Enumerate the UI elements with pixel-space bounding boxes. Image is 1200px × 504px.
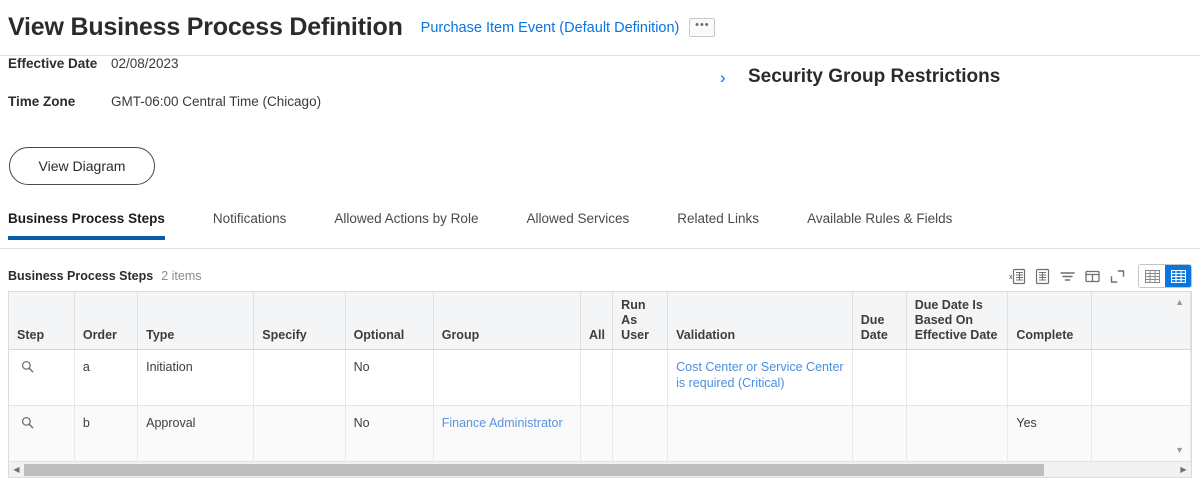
grid-view-icon[interactable] [1139,265,1165,287]
row-step-magnifier[interactable] [9,405,75,463]
scroll-right-arrow[interactable]: ▶ [1176,463,1191,477]
column-header-type[interactable]: Type [137,292,255,351]
tab-allowed-actions-by-role[interactable]: Allowed Actions by Role [334,211,478,239]
security-group-restrictions-title: Security Group Restrictions [748,66,1001,87]
grid-item-count: 2 items [161,269,202,283]
row-optional: No [345,405,434,463]
row-group [433,349,582,407]
row-all [580,405,614,463]
row-type: Initiation [137,349,255,407]
row-step-magnifier[interactable] [9,349,75,407]
expand-icon[interactable] [1107,266,1128,287]
magnifier-icon [21,361,34,373]
effective-date-value: 02/08/2023 [111,56,179,71]
horizontal-scroll-thumb[interactable] [24,463,1044,476]
row-validation [667,405,853,463]
business-process-steps-grid: Business Process Steps 2 items x Step Or… [8,264,1192,463]
row-specify [253,349,346,407]
row-type: Approval [137,405,255,463]
tab-available-rules-and-fields[interactable]: Available Rules & Fields [807,211,952,239]
export-to-excel-icon[interactable]: x [1007,266,1028,287]
row-group: Finance Administrator [433,405,582,463]
page-title: View Business Process Definition [8,13,403,41]
tab-business-process-steps[interactable]: Business Process Steps [8,211,165,240]
scroll-left-arrow[interactable]: ◀ [9,463,24,477]
chevron-right-icon[interactable]: › [720,69,734,86]
tab-bar: Business Process Steps Notifications All… [0,211,1200,249]
magnifier-icon [21,417,34,429]
column-header-spacer: ▲ [1091,292,1191,351]
row-due-date [852,405,907,463]
column-header-complete[interactable]: Complete [1007,292,1093,351]
row-specify [253,405,346,463]
column-header-all[interactable]: All [580,292,614,351]
row-due-date-based-on-effective-date [906,405,1009,463]
scroll-down-arrow[interactable]: ▼ [1175,446,1184,455]
effective-date-label: Effective Date [8,56,98,71]
grid-toolbar: x [1007,264,1192,288]
group-link[interactable]: Finance Administrator [442,416,563,430]
column-header-validation[interactable]: Validation [667,292,853,351]
related-actions-button[interactable]: ••• [689,18,716,37]
table-row[interactable]: a Initiation No Cost Center or Service C… [9,349,1191,407]
row-run-as-user [612,349,669,407]
row-optional: No [345,349,434,407]
column-header-due-date[interactable]: Due Date [852,292,907,351]
row-validation: Cost Center or Service Center is require… [667,349,853,407]
column-header-group[interactable]: Group [433,292,582,351]
horizontal-scroll-track[interactable] [24,463,1176,476]
column-header-step[interactable]: Step [9,292,75,351]
tab-allowed-services[interactable]: Allowed Services [526,211,629,239]
business-process-steps-table: Step Order Type Specify Optional Group A… [9,292,1191,463]
tab-related-links[interactable]: Related Links [677,211,759,239]
svg-text:x: x [1009,274,1013,281]
tab-notifications[interactable]: Notifications [213,211,287,239]
column-header-due-date-is-based-on-effective-date[interactable]: Due Date Is Based On Effective Date [906,292,1009,351]
row-order: a [74,349,139,407]
table-row[interactable]: b Approval No Finance Administrator Yes … [9,405,1191,463]
table-view-icon[interactable] [1165,265,1191,287]
security-group-restrictions-section: › Security Group Restrictions [720,66,1000,88]
column-header-specify[interactable]: Specify [253,292,346,351]
table-viewport: Step Order Type Specify Optional Group A… [8,291,1192,463]
row-spacer [1091,349,1191,407]
validation-link[interactable]: Cost Center or Service Center is require… [676,360,843,390]
column-header-order[interactable]: Order [74,292,139,351]
row-spacer: ▼ [1091,405,1191,463]
view-diagram-button[interactable]: View Diagram [9,147,155,185]
row-due-date-based-on-effective-date [906,349,1009,407]
summary-section: Effective Date 02/08/2023 Time Zone GMT-… [0,56,1200,185]
grid-caption: Business Process Steps [8,269,154,283]
table-header-row: Step Order Type Specify Optional Group A… [9,292,1191,351]
row-run-as-user [612,405,669,463]
toggle-side-panel-icon[interactable] [1082,266,1103,287]
row-order: b [74,405,139,463]
time-zone-label: Time Zone [8,94,76,109]
grid-view-toggle-group [1138,264,1192,288]
row-complete: Yes [1007,405,1093,463]
time-zone-value: GMT-06:00 Central Time (Chicago) [111,94,322,109]
view-as-worksheet-icon[interactable] [1032,266,1053,287]
related-actions-dots: ••• [695,19,710,31]
column-header-run-as-user[interactable]: Run As User [612,292,669,351]
grid-caption-row: Business Process Steps 2 items x [8,264,1192,288]
horizontal-scrollbar[interactable]: ◀ ▶ [8,462,1192,479]
row-due-date [852,349,907,407]
field-row-effective-date: Effective Date 02/08/2023 [8,56,1192,94]
column-header-optional[interactable]: Optional [345,292,434,351]
scroll-up-arrow[interactable]: ▲ [1175,298,1184,307]
filter-icon[interactable] [1057,266,1078,287]
field-row-time-zone: Time Zone GMT-06:00 Central Time (Chicag… [8,94,1192,132]
row-complete [1007,349,1093,407]
subject-link[interactable]: Purchase Item Event (Default Definition) [421,20,680,36]
page-header: View Business Process Definition Purchas… [0,0,1200,56]
row-all [580,349,614,407]
